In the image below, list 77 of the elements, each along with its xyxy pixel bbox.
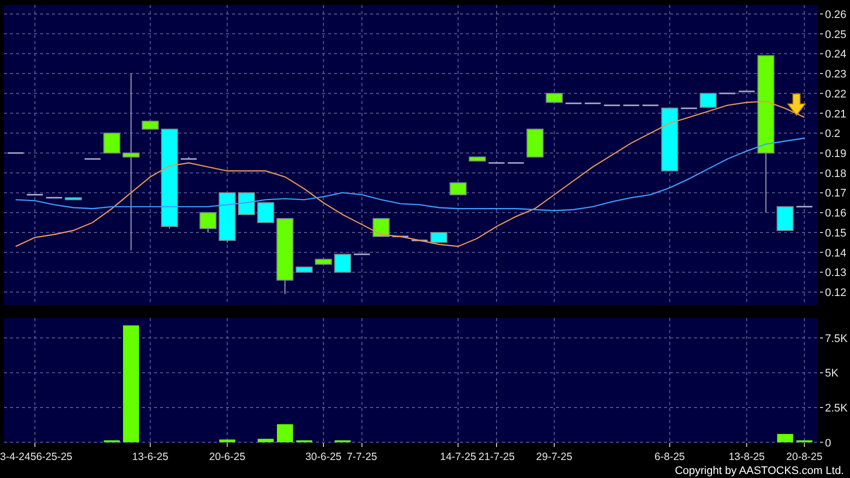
candlestick xyxy=(430,232,448,243)
axis-label: 0.26 xyxy=(825,8,846,21)
axis-label: 0.17 xyxy=(825,188,846,200)
axis-label: 2.5K xyxy=(825,402,848,414)
axis-label: 7.5K xyxy=(825,332,848,345)
axis-label: 0.24 xyxy=(825,48,846,61)
axis-label: 29-7-25 xyxy=(536,451,572,463)
candlestick xyxy=(450,182,467,196)
candlestick xyxy=(200,212,216,233)
volume-bar xyxy=(104,440,120,442)
candlestick xyxy=(661,108,678,172)
candlestick xyxy=(738,90,755,92)
candlestick xyxy=(238,192,255,216)
axis-label: 0.15 xyxy=(825,227,846,240)
axis-label: 14-7-25 xyxy=(440,451,476,463)
axis-label: 6-8-25 xyxy=(654,451,685,463)
candlestick xyxy=(8,152,24,154)
axis-label: 20-8-25 xyxy=(786,451,822,463)
volume-bar xyxy=(276,424,293,442)
volume-bar xyxy=(219,440,236,442)
axis-label: 5K xyxy=(825,368,838,380)
axis-label: 21-7-25 xyxy=(478,451,515,463)
axis-label: 13-6-25 xyxy=(132,451,168,463)
axis-label: 0.14 xyxy=(825,247,846,260)
axis-label: 0.25 xyxy=(825,28,846,41)
axis-label: 0.16 xyxy=(825,208,846,220)
candlestick xyxy=(314,258,332,265)
candlestick xyxy=(142,120,159,130)
candlestick xyxy=(584,102,601,104)
candlestick xyxy=(296,266,313,273)
axis-label: 7-7-25 xyxy=(346,451,378,463)
axis-label: 0.19 xyxy=(825,148,846,160)
candlestick xyxy=(642,104,658,106)
volume-bar xyxy=(258,438,274,442)
copyright-text: Copyright by AASTOCKS.com Ltd. xyxy=(674,465,844,478)
candlestick xyxy=(180,156,197,160)
candlestick xyxy=(719,92,736,94)
candlestick xyxy=(392,236,408,238)
candlestick xyxy=(508,162,524,164)
axis-label: 20-6-25 xyxy=(209,451,246,463)
candlestick xyxy=(680,108,697,110)
candlestick xyxy=(546,92,563,103)
axis-label: 0.23 xyxy=(825,68,846,81)
candlestick xyxy=(700,92,717,108)
candlestick xyxy=(412,240,428,242)
candlestick xyxy=(334,254,352,273)
candlestick xyxy=(84,158,101,160)
candlestick xyxy=(623,104,640,106)
axis-label: 0.12 xyxy=(825,287,846,300)
volume-bar xyxy=(296,440,312,442)
candlestick xyxy=(46,196,62,198)
candlestick xyxy=(468,156,486,162)
candlestick xyxy=(257,202,274,224)
axis-label: 0.2 xyxy=(825,128,840,140)
axis-label: 13-8-25 xyxy=(728,451,765,463)
down-arrow-icon xyxy=(786,94,806,116)
candlestick xyxy=(488,162,505,164)
candlestick xyxy=(218,192,236,243)
axis-label: 0.22 xyxy=(825,88,846,100)
axis-label: 30-6-25 xyxy=(305,451,342,463)
candlestick xyxy=(776,206,794,231)
volume-bar xyxy=(334,440,351,442)
candlestick xyxy=(26,194,43,196)
candlestick xyxy=(64,197,82,200)
axis-label: 0.18 xyxy=(825,168,846,180)
axis-label: 0.13 xyxy=(825,267,846,280)
candlestick xyxy=(566,102,582,104)
axis-label: 0.21 xyxy=(825,108,846,120)
candlestick xyxy=(354,254,370,256)
axis-label: 3-4-2456-25-25 xyxy=(0,451,72,463)
candlestick xyxy=(103,132,120,154)
volume-bar xyxy=(796,440,812,442)
axis-label: 0 xyxy=(825,437,832,450)
candlestick xyxy=(604,104,620,106)
candlestick xyxy=(796,206,812,208)
candlestick xyxy=(372,218,390,237)
candlestick xyxy=(526,128,544,158)
